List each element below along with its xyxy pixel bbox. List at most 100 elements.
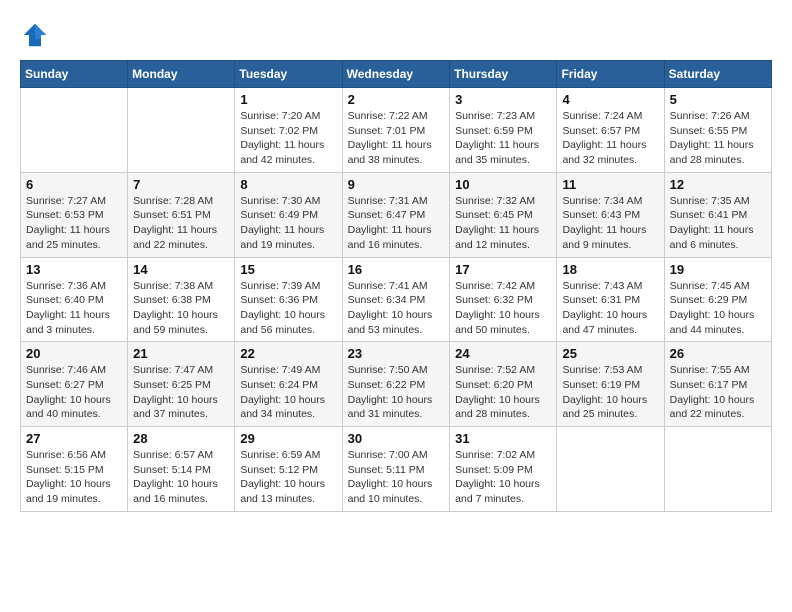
day-info: Sunrise: 7:55 AMSunset: 6:17 PMDaylight:… [670,363,766,422]
calendar-cell: 9 Sunrise: 7:31 AMSunset: 6:47 PMDaylight… [342,172,450,257]
day-number: 12 [670,177,766,192]
day-info: Sunrise: 7:45 AMSunset: 6:29 PMDaylight:… [670,279,766,338]
day-number: 11 [562,177,658,192]
page-header [20,20,772,50]
day-number: 15 [240,262,336,277]
day-info: Sunrise: 7:36 AMSunset: 6:40 PMDaylight:… [26,279,122,338]
day-info: Sunrise: 7:47 AMSunset: 6:25 PMDaylight:… [133,363,229,422]
day-number: 20 [26,346,122,361]
day-number: 23 [348,346,445,361]
day-info: Sunrise: 7:20 AMSunset: 7:02 PMDaylight:… [240,109,336,168]
calendar-cell: 8Sunrise: 7:30 AMSunset: 6:49 PMDaylight… [235,172,342,257]
calendar-cell [128,88,235,173]
calendar-header-row: SundayMondayTuesdayWednesdayThursdayFrid… [21,61,772,88]
day-info: Sunrise: 7:53 AMSunset: 6:19 PMDaylight:… [562,363,658,422]
day-number: 1 [240,92,336,107]
calendar-cell: 19 Sunrise: 7:45 AMSunset: 6:29 PMDayligh… [664,257,771,342]
day-number: 24 [455,346,551,361]
logo-icon [20,20,50,50]
day-number: 31 [455,431,551,446]
calendar-cell: 15Sunrise: 7:39 AMSunset: 6:36 PMDayligh… [235,257,342,342]
day-number: 13 [26,262,122,277]
column-header-monday: Monday [128,61,235,88]
day-number: 2 [348,92,445,107]
day-number: 9 [348,177,445,192]
column-header-saturday: Saturday [664,61,771,88]
calendar-cell: 14 Sunrise: 7:38 AMSunset: 6:38 PMDayligh… [128,257,235,342]
day-info: Sunrise: 7:34 AMSunset: 6:43 PMDaylight:… [562,194,658,253]
day-info: Sunrise: 7:22 AMSunset: 7:01 PMDaylight:… [348,109,445,168]
day-info: Sunrise: 6:59 AMSunset: 5:12 PMDaylight:… [240,448,336,507]
calendar-cell: 12 Sunrise: 7:35 AMSunset: 6:41 PMDayligh… [664,172,771,257]
day-info: Sunrise: 7:00 AMSunset: 5:11 PMDaylight:… [348,448,445,507]
calendar-cell: 10 Sunrise: 7:32 AMSunset: 6:45 PMDayligh… [450,172,557,257]
day-info: Sunrise: 7:24 AMSunset: 6:57 PMDaylight:… [562,109,658,168]
day-info: Sunrise: 7:28 AMSunset: 6:51 PMDaylight:… [133,194,229,253]
calendar-cell: 20 Sunrise: 7:46 AMSunset: 6:27 PMDayligh… [21,342,128,427]
day-number: 10 [455,177,551,192]
calendar-cell: 31 Sunrise: 7:02 AMSunset: 5:09 PMDayligh… [450,427,557,512]
day-number: 19 [670,262,766,277]
day-number: 29 [240,431,336,446]
calendar-cell: 25Sunrise: 7:53 AMSunset: 6:19 PMDayligh… [557,342,664,427]
day-number: 5 [670,92,766,107]
day-number: 3 [455,92,551,107]
day-info: Sunrise: 7:32 AMSunset: 6:45 PMDaylight:… [455,194,551,253]
calendar-cell: 3Sunrise: 7:23 AMSunset: 6:59 PMDaylight… [450,88,557,173]
calendar-cell: 1 Sunrise: 7:20 AMSunset: 7:02 PMDaylight… [235,88,342,173]
day-info: Sunrise: 7:41 AMSunset: 6:34 PMDaylight:… [348,279,445,338]
day-info: Sunrise: 7:30 AMSunset: 6:49 PMDaylight:… [240,194,336,253]
calendar-table: SundayMondayTuesdayWednesdayThursdayFrid… [20,60,772,512]
day-info: Sunrise: 7:52 AMSunset: 6:20 PMDaylight:… [455,363,551,422]
calendar-cell: 2 Sunrise: 7:22 AMSunset: 7:01 PMDaylight… [342,88,450,173]
calendar-cell: 21 Sunrise: 7:47 AMSunset: 6:25 PMDayligh… [128,342,235,427]
calendar-week-row: 20 Sunrise: 7:46 AMSunset: 6:27 PMDayligh… [21,342,772,427]
calendar-cell: 22Sunrise: 7:49 AMSunset: 6:24 PMDayligh… [235,342,342,427]
day-number: 18 [562,262,658,277]
day-info: Sunrise: 7:46 AMSunset: 6:27 PMDaylight:… [26,363,122,422]
day-info: Sunrise: 7:50 AMSunset: 6:22 PMDaylight:… [348,363,445,422]
day-number: 27 [26,431,122,446]
day-number: 21 [133,346,229,361]
calendar-cell: 17 Sunrise: 7:42 AMSunset: 6:32 PMDayligh… [450,257,557,342]
calendar-cell: 30Sunrise: 7:00 AMSunset: 5:11 PMDayligh… [342,427,450,512]
calendar-week-row: 1 Sunrise: 7:20 AMSunset: 7:02 PMDaylight… [21,88,772,173]
calendar-body: 1 Sunrise: 7:20 AMSunset: 7:02 PMDaylight… [21,88,772,512]
day-info: Sunrise: 7:31 AMSunset: 6:47 PMDaylight:… [348,194,445,253]
calendar-cell: 24 Sunrise: 7:52 AMSunset: 6:20 PMDayligh… [450,342,557,427]
calendar-cell: 18Sunrise: 7:43 AMSunset: 6:31 PMDayligh… [557,257,664,342]
calendar-cell: 11 Sunrise: 7:34 AMSunset: 6:43 PMDayligh… [557,172,664,257]
calendar-cell: 6Sunrise: 7:27 AMSunset: 6:53 PMDaylight… [21,172,128,257]
day-info: Sunrise: 6:56 AMSunset: 5:15 PMDaylight:… [26,448,122,507]
calendar-cell: 4Sunrise: 7:24 AMSunset: 6:57 PMDaylight… [557,88,664,173]
calendar-cell [21,88,128,173]
column-header-tuesday: Tuesday [235,61,342,88]
day-number: 26 [670,346,766,361]
day-info: Sunrise: 7:02 AMSunset: 5:09 PMDaylight:… [455,448,551,507]
calendar-week-row: 13 Sunrise: 7:36 AMSunset: 6:40 PMDayligh… [21,257,772,342]
calendar-cell: 23 Sunrise: 7:50 AMSunset: 6:22 PMDayligh… [342,342,450,427]
day-number: 17 [455,262,551,277]
day-number: 14 [133,262,229,277]
day-info: Sunrise: 7:38 AMSunset: 6:38 PMDaylight:… [133,279,229,338]
day-number: 6 [26,177,122,192]
calendar-week-row: 27 Sunrise: 6:56 AMSunset: 5:15 PMDayligh… [21,427,772,512]
column-header-thursday: Thursday [450,61,557,88]
calendar-cell: 7 Sunrise: 7:28 AMSunset: 6:51 PMDaylight… [128,172,235,257]
calendar-cell [557,427,664,512]
day-info: Sunrise: 7:35 AMSunset: 6:41 PMDaylight:… [670,194,766,253]
calendar-cell: 29 Sunrise: 6:59 AMSunset: 5:12 PMDayligh… [235,427,342,512]
day-info: Sunrise: 7:42 AMSunset: 6:32 PMDaylight:… [455,279,551,338]
day-number: 16 [348,262,445,277]
calendar-cell: 27 Sunrise: 6:56 AMSunset: 5:15 PMDayligh… [21,427,128,512]
logo [20,20,54,50]
calendar-cell [664,427,771,512]
day-number: 28 [133,431,229,446]
calendar-week-row: 6Sunrise: 7:27 AMSunset: 6:53 PMDaylight… [21,172,772,257]
column-header-friday: Friday [557,61,664,88]
day-info: Sunrise: 6:57 AMSunset: 5:14 PMDaylight:… [133,448,229,507]
day-number: 7 [133,177,229,192]
calendar-cell: 5Sunrise: 7:26 AMSunset: 6:55 PMDaylight… [664,88,771,173]
day-info: Sunrise: 7:49 AMSunset: 6:24 PMDaylight:… [240,363,336,422]
calendar-cell: 28 Sunrise: 6:57 AMSunset: 5:14 PMDayligh… [128,427,235,512]
